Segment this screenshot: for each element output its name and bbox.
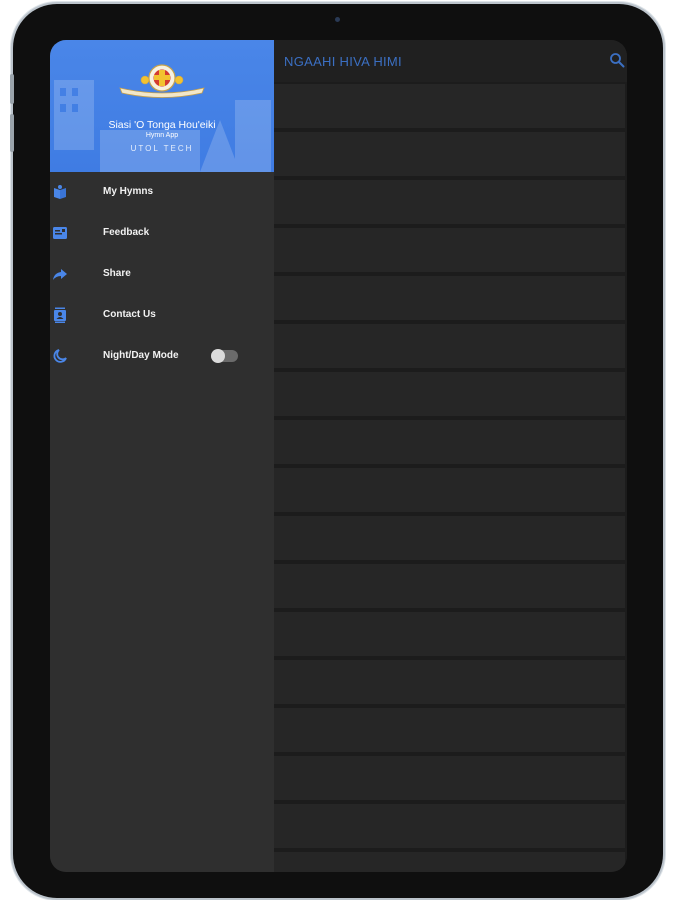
menu-item-label: Feedback — [103, 227, 150, 238]
list-item[interactable] — [274, 324, 625, 368]
list-item[interactable] — [274, 516, 625, 560]
list-item[interactable] — [274, 564, 625, 608]
search-icon[interactable] — [609, 52, 625, 68]
menu-item-my-hymns[interactable]: My Hymns — [50, 172, 274, 213]
volume-button — [10, 74, 14, 104]
share-icon — [53, 269, 67, 280]
page-title: NGAAHI HIVA HIMI — [284, 54, 402, 69]
developer-tagline: UTOL TECH — [130, 144, 194, 153]
feedback-icon — [53, 227, 67, 239]
list-item[interactable] — [274, 756, 625, 800]
drawer-header: Siasi 'O Tonga Hou'eiki Hymn App UTOL TE… — [50, 40, 274, 172]
menu-item-share[interactable]: Share — [50, 254, 274, 295]
night-mode-toggle[interactable] — [211, 349, 238, 363]
toggle-knob — [211, 349, 225, 363]
list-item[interactable] — [274, 132, 625, 176]
contact-icon — [54, 307, 66, 323]
menu-item-label: Share — [103, 268, 131, 279]
volume-button — [10, 114, 14, 152]
list-item[interactable] — [274, 420, 625, 464]
list-item[interactable] — [274, 708, 625, 752]
menu-item-contact-us[interactable]: Contact Us — [50, 295, 274, 336]
app-screen: NGAAHI HIVA HIMI Siasi 'O Tonga Hou'eiki… — [50, 40, 627, 872]
book-icon — [54, 185, 66, 199]
menu-item-night-day-mode[interactable]: Night/Day Mode — [50, 336, 274, 377]
church-logo-icon — [119, 64, 205, 98]
app-subtitle: Hymn App — [145, 132, 179, 139]
list-item[interactable] — [274, 276, 625, 320]
tablet-frame: NGAAHI HIVA HIMI Siasi 'O Tonga Hou'eiki… — [10, 4, 663, 898]
drawer-menu: My Hymns Feedback Share Contact Us Night… — [50, 172, 274, 377]
list-item[interactable] — [274, 852, 625, 872]
menu-item-feedback[interactable]: Feedback — [50, 213, 274, 254]
menu-item-label: Night/Day Mode — [103, 350, 179, 361]
night-mode-icon — [53, 349, 67, 363]
camera — [335, 17, 340, 22]
menu-item-label: Contact Us — [103, 309, 156, 320]
list-item[interactable] — [274, 804, 625, 848]
navigation-drawer: Siasi 'O Tonga Hou'eiki Hymn App UTOL TE… — [50, 40, 274, 872]
list-item[interactable] — [274, 612, 625, 656]
list-item[interactable] — [274, 84, 625, 128]
menu-item-label: My Hymns — [103, 186, 154, 197]
app-name: Siasi 'O Tonga Hou'eiki — [108, 119, 216, 131]
hymn-list[interactable] — [274, 84, 625, 872]
list-item[interactable] — [274, 468, 625, 512]
list-item[interactable] — [274, 372, 625, 416]
list-item[interactable] — [274, 660, 625, 704]
list-item[interactable] — [274, 228, 625, 272]
list-item[interactable] — [274, 180, 625, 224]
